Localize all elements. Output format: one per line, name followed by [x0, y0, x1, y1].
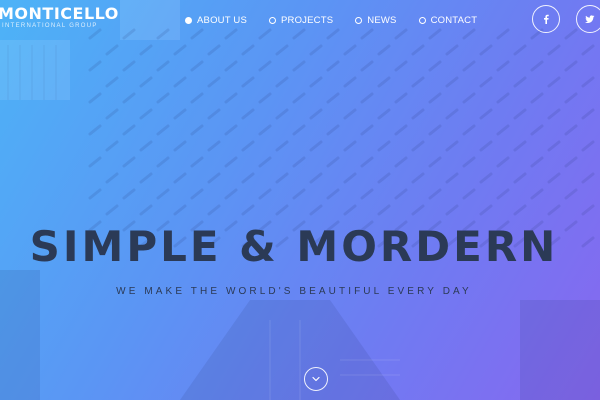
facebook-button[interactable]	[532, 5, 560, 33]
nav-item-contact[interactable]: CONTACT	[418, 13, 478, 27]
main-nav: ABOUT US PROJECTS NEWS CONTACT	[185, 13, 499, 27]
nav-item-label: NEWS	[367, 14, 397, 26]
background-architecture-texture	[0, 0, 600, 400]
nav-item-label: ABOUT US	[197, 14, 247, 26]
nav-item-projects[interactable]: PROJECTS	[269, 13, 333, 27]
nav-item-label: CONTACT	[430, 14, 478, 26]
facebook-icon	[544, 14, 549, 24]
hero-section: MONTICELLO INTERNATIONAL GROUP ABOUT US …	[0, 0, 600, 400]
active-dot-icon	[185, 16, 192, 24]
dot-icon	[418, 16, 426, 24]
dot-icon	[355, 16, 363, 24]
brand[interactable]: MONTICELLO INTERNATIONAL GROUP	[0, 4, 119, 29]
nav-item-about-us[interactable]: ABOUT US	[185, 13, 247, 27]
twitter-button[interactable]	[576, 5, 600, 33]
nav-item-label: PROJECTS	[281, 14, 334, 26]
scroll-down-button[interactable]	[304, 367, 328, 391]
twitter-icon	[585, 15, 595, 23]
nav-item-news[interactable]: NEWS	[355, 13, 396, 27]
logo[interactable]: MONTICELLO	[0, 4, 119, 24]
dot-icon	[269, 16, 276, 24]
hero-headline: SIMPLE & MORDERN	[29, 222, 559, 271]
chevron-down-icon	[312, 376, 320, 382]
hero-subline: WE MAKE THE WORLD'S BEAUTIFUL EVERY DAY	[116, 286, 472, 297]
